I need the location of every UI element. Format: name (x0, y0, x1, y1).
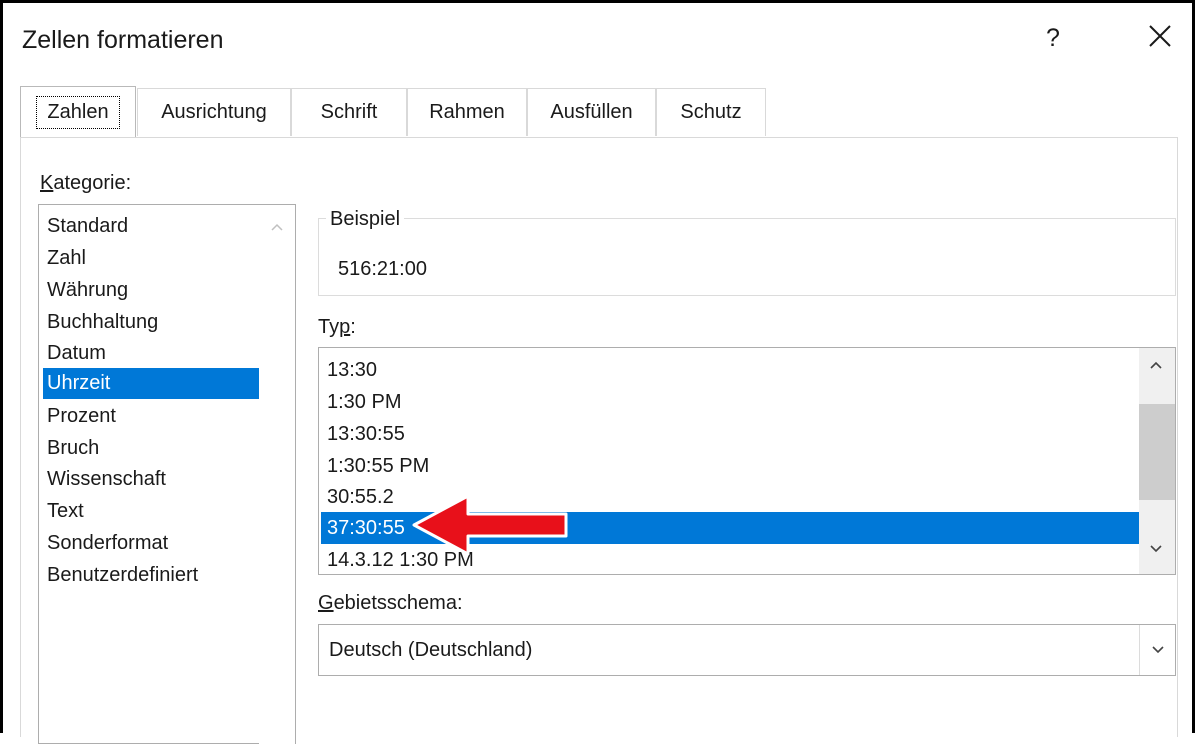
chevron-down-icon (1151, 646, 1164, 654)
combo-dropdown-button[interactable] (1139, 625, 1175, 675)
scrollbar-thumb[interactable] (1139, 404, 1175, 500)
list-item[interactable]: Wissenschaft (43, 464, 259, 495)
list-item[interactable]: Datum (43, 338, 259, 369)
kategorie-list[interactable]: Standard Zahl Währung Buchhaltung Datum … (38, 204, 296, 745)
list-item[interactable]: Standard (43, 211, 259, 242)
beispiel-value: 516:21:00 (338, 258, 427, 280)
help-button[interactable]: ? (1046, 24, 1060, 53)
tab-zahlen[interactable]: Zahlen (20, 86, 136, 138)
panel-border-left (20, 137, 21, 737)
list-item[interactable]: Buchhaltung (43, 307, 259, 338)
list-item[interactable]: Benutzerdefiniert (43, 560, 259, 591)
kategorie-label: Kategorie: (40, 172, 132, 194)
chevron-up-icon[interactable] (271, 223, 283, 231)
chevron-up-icon[interactable] (1149, 360, 1163, 370)
tab-ausfuellen[interactable]: Ausfüllen (527, 88, 656, 136)
typ-label: Typ: (318, 316, 356, 338)
list-item[interactable]: 13:30 (321, 354, 1139, 386)
list-item[interactable]: 1:30 PM (321, 386, 1139, 418)
gebietsschema-value: Deutsch (Deutschland) (329, 639, 533, 661)
gebietsschema-label: Gebietsschema: (318, 592, 463, 614)
beispiel-label: Beispiel (326, 208, 405, 231)
list-item[interactable]: 13:30:55 (321, 418, 1139, 450)
close-icon[interactable] (1146, 22, 1174, 50)
tab-schrift[interactable]: Schrift (291, 88, 407, 136)
tab-divider (20, 137, 1178, 138)
red-arrow-icon (412, 494, 568, 556)
typ-scrollbar[interactable] (1139, 348, 1175, 574)
gebietsschema-select[interactable]: Deutsch (Deutschland) (318, 624, 1176, 676)
list-item[interactable]: Sonderformat (43, 528, 259, 559)
panel-border-right (1177, 137, 1178, 737)
list-item[interactable]: Währung (43, 275, 259, 306)
list-item[interactable]: Prozent (43, 401, 259, 432)
list-item-selected[interactable]: Uhrzeit (43, 368, 259, 399)
beispiel-group (318, 218, 1176, 296)
list-item[interactable]: 1:30:55 PM (321, 450, 1139, 482)
list-item[interactable]: Zahl (43, 243, 259, 274)
tab-ausrichtung[interactable]: Ausrichtung (137, 88, 291, 136)
kategorie-scrollbar[interactable] (259, 205, 295, 745)
dialog-title: Zellen formatieren (22, 26, 224, 54)
tab-schutz[interactable]: Schutz (656, 88, 766, 136)
tab-rahmen[interactable]: Rahmen (407, 88, 527, 136)
list-item[interactable]: Bruch (43, 433, 259, 464)
chevron-down-icon[interactable] (1149, 544, 1163, 554)
list-item[interactable]: Text (43, 496, 259, 527)
title-bar: Zellen formatieren ? (0, 0, 1198, 82)
